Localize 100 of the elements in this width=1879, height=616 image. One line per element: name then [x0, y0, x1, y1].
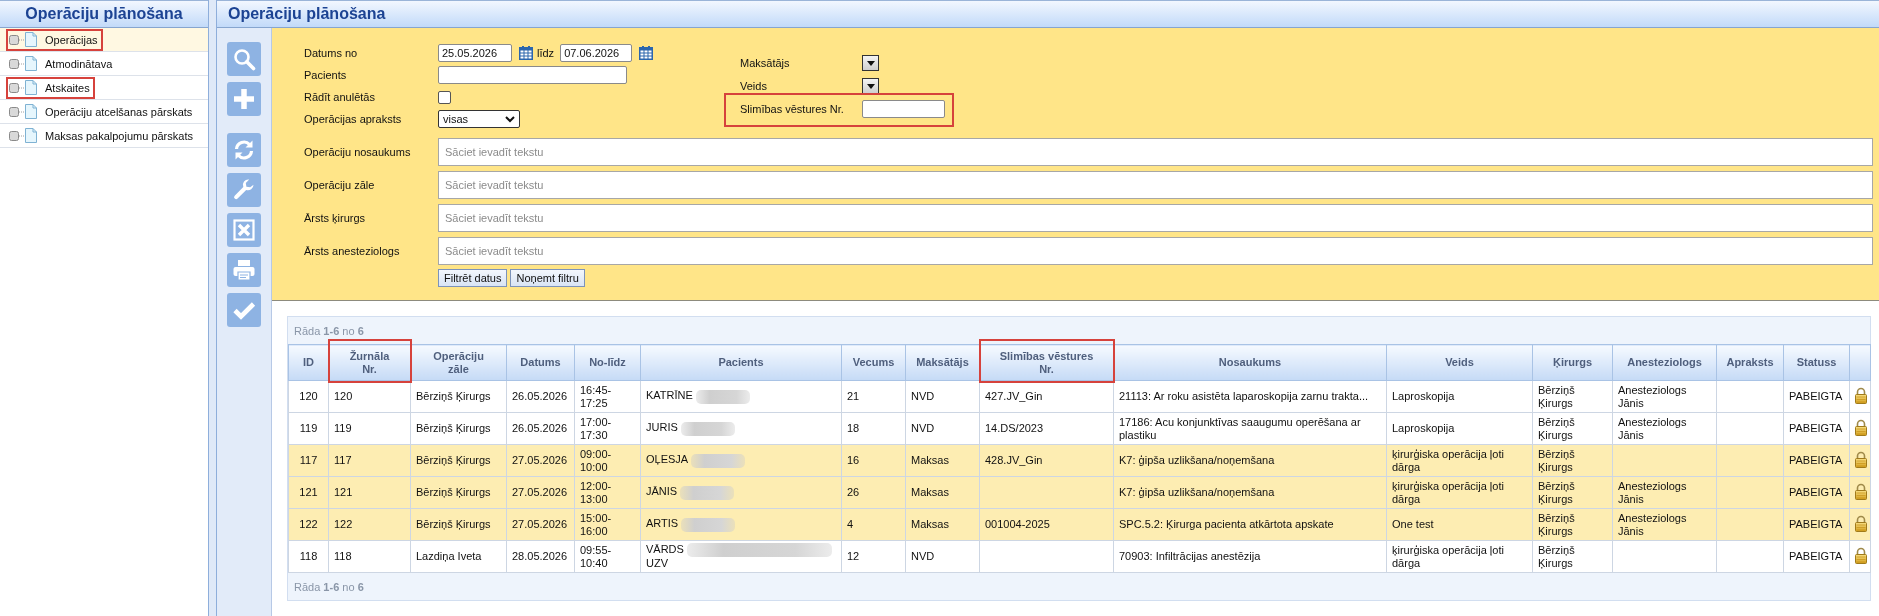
- table-cell: Laproskopija: [1386, 412, 1533, 445]
- payer-dropdown[interactable]: [862, 55, 879, 71]
- table-cell: 21: [841, 380, 906, 413]
- column-header[interactable]: Ķirurgs: [1532, 344, 1613, 381]
- patient-field[interactable]: [438, 66, 627, 84]
- table-cell: 120: [328, 380, 411, 413]
- table-cell: 28.05.2026: [506, 540, 575, 573]
- text-filter-field[interactable]: Sāciet ievadīt tekstu: [438, 237, 1873, 265]
- table-cell: Bērziņš Ķirurgs: [410, 444, 507, 477]
- patient-label: Pacients: [304, 69, 348, 81]
- table-cell: 428.JV_Gin: [979, 444, 1114, 477]
- table-cell: ķirurģiska operācija ļoti dārga: [1386, 540, 1533, 573]
- table-cell: 120: [288, 380, 329, 413]
- add-button[interactable]: [227, 82, 261, 116]
- sidebar-item[interactable]: Atskaites: [0, 76, 208, 100]
- table-cell: 17:00-17:30: [574, 412, 641, 445]
- table-row[interactable]: 118 118 Lazdiņa Iveta 28.05.2026 09:55-10:40 VĀRDS UZV 12 NVD 70903: Infiltrācijas anestēzija ķirurģiska operācija ļoti dārga Bērziņš Ķirurgs PABEIGTA: [288, 540, 1871, 573]
- calendar-icon[interactable]: [639, 46, 654, 60]
- column-header[interactable]: Statuss: [1783, 344, 1850, 381]
- tree-node-icon: [9, 58, 25, 69]
- settings-button[interactable]: [227, 173, 261, 207]
- column-header[interactable]: ID: [288, 344, 329, 381]
- sidebar-title: Operāciju plānošana: [0, 0, 208, 28]
- table-cell: ķirurģiska operācija ļoti dārga: [1386, 444, 1533, 477]
- type-label: Veids: [740, 80, 768, 92]
- table-cell: 21113: Ar roku asistēta laparoskopija zarnu trakta...: [1113, 380, 1387, 413]
- date-to-label: līdz: [537, 47, 555, 59]
- calendar-icon[interactable]: [519, 46, 533, 60]
- column-header[interactable]: Maksātājs: [905, 344, 980, 381]
- table-cell: NVD: [905, 540, 980, 573]
- column-header[interactable]: Anesteziologs: [1612, 344, 1717, 381]
- refresh-icon: [232, 138, 256, 162]
- page-icon: [25, 104, 37, 119]
- patient-name: VĀRDS: [646, 543, 684, 555]
- column-header[interactable]: No-līdz: [574, 344, 641, 381]
- description-label: Operācijas apraksts: [304, 113, 403, 125]
- wrench-icon: [232, 178, 256, 202]
- column-header[interactable]: Datums: [506, 344, 575, 381]
- column-header[interactable]: Nosaukums: [1113, 344, 1387, 381]
- table-cell: 26.05.2026: [506, 380, 575, 413]
- text-filter-field[interactable]: Sāciet ievadīt tekstu: [438, 171, 1873, 199]
- table-row[interactable]: 121 121 Bērziņš Ķirurgs 27.05.2026 12:00-13:00 JĀNIS 26 Maksas K7: ģipša uzlikšana/noņemšana ķirurģiska operācija ļoti dārga Bērziņš Ķirurgs Anesteziologs Jānis PABEIGTA: [288, 476, 1871, 509]
- column-header[interactable]: Pacients: [640, 344, 842, 381]
- table-cell: PABEIGTA: [1783, 508, 1850, 541]
- page-icon: [25, 56, 37, 71]
- history-number-field[interactable]: [862, 100, 945, 118]
- table-cell: 17186: Acu konjunktīvas saaugumu operēšana ar plastiku: [1113, 412, 1387, 445]
- export-button[interactable]: [227, 213, 261, 247]
- type-dropdown[interactable]: [862, 78, 879, 94]
- table-row[interactable]: 117 117 Bērziņš Ķirurgs 27.05.2026 09:00-10:00 OĻESJA 16 Maksas 428.JV_Gin K7: ģipša uzlikšana/noņemšana ķirurģiska operācija ļoti dārga Bērziņš Ķirurgs PABEIGTA: [288, 444, 1871, 477]
- print-button[interactable]: [227, 253, 261, 287]
- table-cell: Bērziņš Ķirurgs: [1532, 380, 1613, 413]
- patient-name: ARTIS: [646, 517, 679, 530]
- confirm-button[interactable]: [227, 293, 261, 327]
- column-header[interactable]: Operāciju zāle: [410, 344, 507, 381]
- column-header[interactable]: Vecums: [841, 344, 906, 381]
- table-cell: NVD: [905, 380, 980, 413]
- table-cell: 117: [328, 444, 411, 477]
- plus-icon: [232, 87, 256, 111]
- filter-label: Ārsts ķirurgs: [304, 212, 367, 224]
- table-cell: Maksas: [905, 444, 980, 477]
- search-button[interactable]: [227, 42, 261, 76]
- table-cell: PABEIGTA: [1783, 540, 1850, 573]
- refresh-button[interactable]: [227, 133, 261, 167]
- table-cell: PABEIGTA: [1783, 476, 1850, 509]
- patient-name: KATRĪNE: [646, 389, 693, 402]
- column-header[interactable]: Apraksts: [1716, 344, 1784, 381]
- table-cell: 118: [288, 540, 329, 573]
- table-cell: PABEIGTA: [1783, 412, 1850, 445]
- table-cell: 12: [841, 540, 906, 573]
- text-filter-field[interactable]: Sāciet ievadīt tekstu: [438, 204, 1873, 232]
- text-filter-field[interactable]: Sāciet ievadīt tekstu: [438, 138, 1873, 166]
- table-row[interactable]: 119 119 Bērziņš Ķirurgs 26.05.2026 17:00-17:30 JURIS 18 NVD 14.DS/2023 17186: Acu konjunktīvas saaugumu operēšana ar plastiku Laproskopija Bērziņš Ķirurgs Anesteziologs Jānis PABEIGTA: [288, 412, 1871, 445]
- table-row[interactable]: 122 122 Bērziņš Ķirurgs 27.05.2026 15:00-16:00 ARTIS 4 Maksas 001004-2025 SPC.5.2: Ķirurga pacienta atkārtota apskate One test Bērziņš Ķirurgs Anesteziologs Jānis PABEIGTA: [288, 508, 1871, 541]
- sidebar-item[interactable]: Operācijas: [0, 28, 208, 52]
- table-cell: 18: [841, 412, 906, 445]
- date-to-field[interactable]: 07.06.2026: [560, 44, 633, 62]
- date-from-field[interactable]: 25.05.2026: [438, 44, 512, 62]
- search-icon: [232, 47, 256, 71]
- table-cell: Maksas: [905, 508, 980, 541]
- column-header[interactable]: Veids: [1386, 344, 1533, 381]
- filter-button[interactable]: Filtrēt datus: [438, 269, 508, 287]
- table-cell: One test: [1386, 508, 1533, 541]
- payer-label: Maksātājs: [740, 57, 791, 69]
- caret-icon: [866, 83, 875, 89]
- table-cell: 118: [328, 540, 411, 573]
- table-cell: SPC.5.2: Ķirurga pacienta atkārtota apskate: [1113, 508, 1387, 541]
- clear-filter-button[interactable]: Noņemt filtru: [510, 269, 585, 287]
- splitter-bar[interactable]: [209, 0, 217, 616]
- description-select[interactable]: visas: [438, 110, 520, 128]
- history-number-label: Slimības vēstures Nr.: [740, 103, 845, 115]
- table-cell: 70903: Infiltrācijas anestēzija: [1113, 540, 1387, 573]
- show-cancelled-checkbox[interactable]: [438, 90, 451, 104]
- table-cell: 27.05.2026: [506, 476, 575, 509]
- table-cell: Bērziņš Ķirurgs: [410, 476, 507, 509]
- table-cell: 427.JV_Gin: [979, 380, 1114, 413]
- patient-name: JĀNIS: [646, 485, 678, 498]
- table-cell: Bērziņš Ķirurgs: [410, 412, 507, 445]
- table-row[interactable]: 120 120 Bērziņš Ķirurgs 26.05.2026 16:45-17:25 KATRĪNE 21 NVD 427.JV_Gin 21113: Ar roku asistēta laparoskopija zarnu trakta... Laproskopija Bērziņš Ķirurgs Anesteziologs Jānis PABEIGTA: [288, 380, 1871, 413]
- table-cell: Bērziņš Ķirurgs: [1532, 540, 1613, 573]
